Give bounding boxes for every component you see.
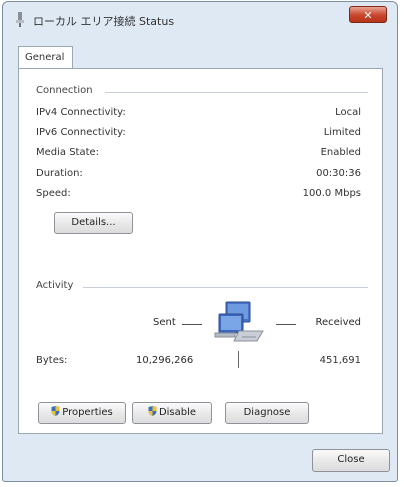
bytes-sent-value: 10,296,266 xyxy=(136,355,194,366)
details-button[interactable]: Details... xyxy=(54,212,133,234)
activity-section-title: Activity xyxy=(36,280,74,291)
bytes-received-value: 451,691 xyxy=(319,355,361,366)
general-panel: Connection IPv4 Connectivity: Local IPv6… xyxy=(18,68,383,434)
activity-divider xyxy=(83,287,368,288)
bytes-label: Bytes: xyxy=(36,355,68,366)
properties-button-label: Properties xyxy=(62,407,113,418)
diagnose-button[interactable]: Diagnose xyxy=(225,402,309,424)
sent-line xyxy=(182,324,202,325)
speed-label: Speed: xyxy=(36,188,71,199)
ipv4-label: IPv4 Connectivity: xyxy=(36,107,126,118)
sent-label: Sent xyxy=(153,317,176,328)
speed-value: 100.0 Mbps xyxy=(302,188,361,199)
connection-divider xyxy=(105,92,368,93)
uac-shield-icon xyxy=(148,406,157,416)
disable-button-label: Disable xyxy=(158,407,197,418)
status-dialog: ローカル エリア接続 Status ✕ General Connection I… xyxy=(2,1,398,482)
bytes-divider xyxy=(238,351,239,368)
close-button[interactable]: Close xyxy=(312,449,390,472)
network-computers-icon xyxy=(214,301,264,342)
network-adapter-icon xyxy=(16,12,24,27)
disable-button[interactable]: Disable xyxy=(132,402,212,424)
ipv6-label: IPv6 Connectivity: xyxy=(36,127,126,138)
ipv4-value: Local xyxy=(335,107,361,118)
ipv6-value: Limited xyxy=(323,127,361,138)
window-title: ローカル エリア接続 Status xyxy=(33,15,175,28)
received-label: Received xyxy=(315,317,362,328)
tab-general[interactable]: General xyxy=(18,46,73,69)
title-bar[interactable]: ローカル エリア接続 Status ✕ xyxy=(3,2,397,36)
properties-button[interactable]: Properties xyxy=(38,402,126,424)
received-line xyxy=(276,324,296,325)
uac-shield-icon xyxy=(51,406,60,416)
connection-section-title: Connection xyxy=(36,85,93,96)
media-state-value: Enabled xyxy=(320,147,361,158)
window-close-button[interactable]: ✕ xyxy=(349,6,387,23)
duration-label: Duration: xyxy=(36,168,83,179)
media-state-label: Media State: xyxy=(36,147,100,158)
duration-value: 00:30:36 xyxy=(316,168,361,179)
